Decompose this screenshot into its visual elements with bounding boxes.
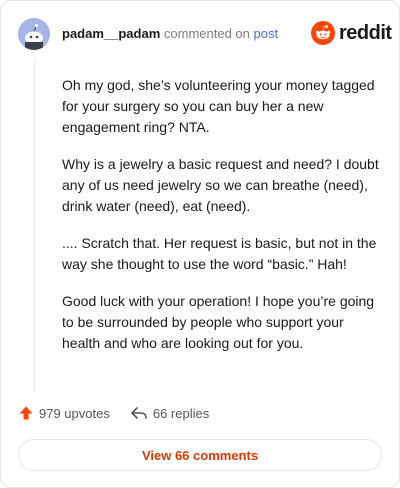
- replies-count: 66 replies: [152, 405, 210, 421]
- comment-body: Oh my god, she’s volunteering your money…: [62, 75, 384, 370]
- comment-card: padam__padam commented on post reddit Oh…: [0, 0, 400, 488]
- replies-button[interactable]: 66 replies: [130, 405, 209, 421]
- upvote-arrow-icon: [19, 406, 33, 420]
- view-comments-button[interactable]: View 66 comments: [18, 439, 382, 471]
- comment-paragraph: .... Scratch that. Her request is basic,…: [62, 235, 377, 272]
- comment-header: padam__padam commented on post: [62, 26, 278, 41]
- upvote-button[interactable]: 979 upvotes: [18, 405, 110, 421]
- commented-on-text: commented on: [163, 26, 250, 41]
- avatar-snoo-icon: [18, 18, 50, 50]
- reply-arrow-icon: [131, 407, 147, 419]
- comment-paragraph: Why is a jewelry a basic request and nee…: [62, 156, 379, 214]
- reddit-snoo-icon: [311, 21, 335, 45]
- reddit-wordmark: reddit: [339, 21, 392, 44]
- comment-paragraph: Good luck with your operation! I hope yo…: [62, 293, 375, 351]
- comment-actions: 979 upvotes 66 replies: [18, 405, 209, 421]
- avatar[interactable]: [18, 18, 50, 50]
- upvote-count: 979 upvotes: [39, 405, 110, 421]
- reddit-logo[interactable]: reddit: [311, 21, 392, 45]
- thread-line: [34, 61, 35, 391]
- comment-paragraph: Oh my god, she’s volunteering your money…: [62, 77, 375, 135]
- post-link[interactable]: post: [254, 26, 279, 41]
- username[interactable]: padam__padam: [62, 26, 160, 41]
